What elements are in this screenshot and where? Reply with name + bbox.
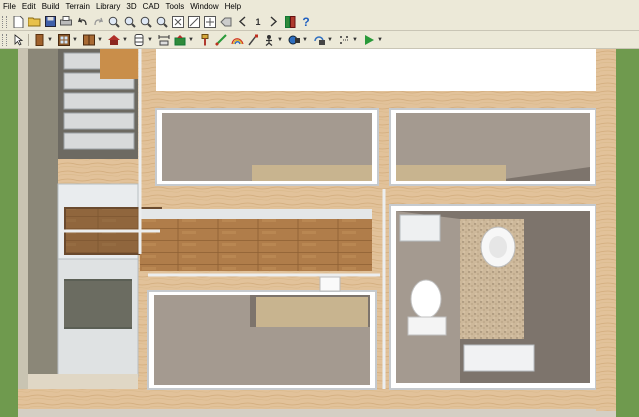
foundation-edge (18, 409, 616, 417)
toilet-tank (407, 316, 447, 336)
standard-toolbar: 1 ? (0, 13, 639, 31)
menu-build[interactable]: Build (39, 0, 63, 13)
chevron-down-icon[interactable]: ▼ (147, 37, 153, 43)
zoom-in-icon[interactable] (107, 15, 121, 29)
cabinet-icon[interactable] (82, 33, 96, 47)
material-icon[interactable] (214, 33, 228, 47)
previous-icon[interactable] (235, 15, 249, 29)
menu-help[interactable]: Help (222, 0, 244, 13)
exterior-wall-right (596, 49, 616, 411)
bedroom-carpet (256, 297, 368, 327)
paint-icon[interactable] (198, 33, 212, 47)
open-folder-icon[interactable] (27, 15, 41, 29)
build-toolbar: ▼ ▼ ▼ ▼ ▼ ▼ ▼ ▼ ▼ ▼ ▼ (0, 31, 639, 49)
toggle-icon[interactable] (219, 15, 233, 29)
chevron-down-icon[interactable]: ▼ (352, 37, 358, 43)
closet-carpet-1 (252, 165, 372, 181)
toolbar-grip[interactable] (2, 33, 7, 46)
hallway-wall-shadow (140, 209, 372, 219)
save-icon[interactable] (43, 15, 57, 29)
menu-library[interactable]: Library (93, 0, 123, 13)
print-icon[interactable] (59, 15, 73, 29)
door-icon[interactable] (32, 33, 46, 47)
bathtub-rim (463, 344, 535, 372)
landing-floor (100, 49, 138, 79)
chevron-down-icon[interactable]: ▼ (377, 37, 383, 43)
window-icon[interactable] (57, 33, 71, 47)
redo-icon[interactable] (91, 15, 105, 29)
stair-icon[interactable] (132, 33, 146, 47)
chevron-down-icon[interactable]: ▼ (97, 37, 103, 43)
chevron-down-icon[interactable]: ▼ (302, 37, 308, 43)
corridor-floor (28, 49, 58, 374)
new-file-icon[interactable] (11, 15, 25, 29)
library-icon[interactable] (283, 15, 297, 29)
fill-window-icon[interactable] (171, 15, 185, 29)
roof-icon[interactable] (107, 33, 121, 47)
next-icon[interactable] (267, 15, 281, 29)
chevron-down-icon[interactable]: ▼ (188, 37, 194, 43)
menu-bar: File Edit Build Terrain Library 3D CAD T… (0, 0, 639, 14)
zoom-fit-icon[interactable] (155, 15, 169, 29)
menu-window[interactable]: Window (187, 0, 221, 13)
chevron-down-icon[interactable]: ▼ (72, 37, 78, 43)
undo-icon[interactable] (75, 15, 89, 29)
menu-tools[interactable]: Tools (163, 0, 188, 13)
record-icon[interactable] (362, 33, 376, 47)
floor-plan-render (0, 49, 639, 417)
camera-icon[interactable] (173, 33, 187, 47)
menu-3d[interactable]: 3D (123, 0, 139, 13)
swap-view-icon[interactable] (203, 15, 217, 29)
orbit-icon[interactable] (287, 33, 301, 47)
menu-edit[interactable]: Edit (19, 0, 39, 13)
help-icon[interactable]: ? (299, 15, 313, 29)
zoom-window-icon[interactable] (139, 15, 153, 29)
chevron-down-icon[interactable]: ▼ (122, 37, 128, 43)
toolbar-separator (28, 33, 29, 46)
walkthrough-icon[interactable] (262, 33, 276, 47)
menu-terrain[interactable]: Terrain (62, 0, 92, 13)
closet-carpet-2 (396, 165, 506, 181)
toilet-bowl (410, 279, 442, 319)
elevation-camera-icon[interactable] (246, 33, 260, 47)
chevron-down-icon[interactable]: ▼ (47, 37, 53, 43)
transform-icon[interactable] (312, 33, 326, 47)
chevron-down-icon[interactable]: ▼ (277, 37, 283, 43)
menu-file[interactable]: File (0, 0, 19, 13)
menu-cad[interactable]: CAD (140, 0, 163, 13)
exterior-wall-left (18, 49, 28, 389)
top-room (156, 49, 596, 91)
pan-icon[interactable] (187, 15, 201, 29)
play-icon[interactable] (337, 33, 351, 47)
light-fixture (319, 276, 341, 292)
select-arrow-icon[interactable] (11, 33, 25, 47)
dimension-icon[interactable] (157, 33, 171, 47)
toolbar-grip[interactable] (2, 15, 7, 28)
threshold (28, 374, 138, 389)
eyedropper-icon[interactable] (230, 33, 244, 47)
zoom-out-icon[interactable] (123, 15, 137, 29)
3d-viewport[interactable] (0, 49, 639, 417)
chevron-down-icon[interactable]: ▼ (327, 37, 333, 43)
info-icon[interactable]: 1 (251, 15, 265, 29)
towel-shelf (399, 214, 441, 242)
